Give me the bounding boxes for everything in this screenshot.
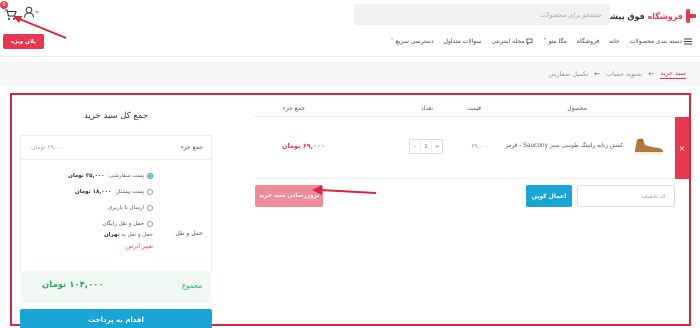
nav-shop[interactable]: فروشگاه bbox=[577, 38, 599, 45]
col-price: قیمت bbox=[466, 105, 481, 112]
arrow-left-icon: ← bbox=[594, 70, 601, 78]
shipping-option[interactable]: پست سفارشی: ۳۵,۰۰۰ تومان bbox=[53, 168, 153, 184]
cart-logo-icon bbox=[686, 9, 696, 23]
main-nav: دسته بندی محصولات خانه فروشگاه مگا منو ˅ … bbox=[391, 38, 692, 45]
order-total-row: مجموع ۱۰۴,۰۰۰ تومان bbox=[20, 271, 212, 303]
totals-table: جمع جزء ۶۹,۰۰۰ تومان حمل و نقل پست سفارش… bbox=[20, 135, 212, 289]
nav-faq[interactable]: سوالات متداول bbox=[444, 38, 482, 45]
checkout-button[interactable]: اقدام به پرداخت bbox=[20, 309, 212, 328]
site-logo[interactable]: فروشگاه فوق پیشرفته bbox=[592, 5, 696, 27]
subtotal-value: ۶۹,۰۰۰ تومان bbox=[31, 144, 66, 151]
special-plan-button[interactable]: پلان ویژه bbox=[3, 34, 44, 49]
nav-categories[interactable]: دسته بندی محصولات bbox=[630, 38, 692, 45]
cart-count-badge: 0 bbox=[0, 1, 8, 9]
radio[interactable] bbox=[147, 205, 153, 211]
arrow-left-icon: ← bbox=[648, 70, 655, 78]
shipping-option[interactable]: ارسال با باربری bbox=[53, 200, 153, 216]
cart-content: محصول قیمت تعداد جمع جزء × کفش زنانه ران… bbox=[10, 93, 691, 328]
quantity-stepper: - 1 + bbox=[409, 139, 443, 154]
total-label: مجموع bbox=[181, 282, 202, 290]
product-name[interactable]: کفش زنانه رانینگ طوسی سبز Saucony - قرمز bbox=[505, 143, 623, 149]
cart-page: فروشگاه فوق پیشرفته 0 دسته بندی محصولات … bbox=[0, 0, 700, 328]
subtotal-row: جمع جزء ۶۹,۰۰۰ تومان bbox=[21, 136, 211, 160]
change-address-link[interactable]: تغییر آدرس bbox=[53, 244, 153, 256]
remove-item-button[interactable]: × bbox=[675, 117, 689, 179]
col-product: محصول bbox=[567, 105, 587, 112]
radio[interactable] bbox=[147, 189, 153, 195]
search-bar bbox=[354, 4, 610, 25]
menu-icon bbox=[684, 38, 692, 45]
radio[interactable] bbox=[147, 221, 153, 227]
quantity-value[interactable]: 1 bbox=[421, 140, 432, 153]
header-divider bbox=[0, 56, 700, 57]
nav-home[interactable]: خانه bbox=[609, 38, 619, 45]
cart-table: محصول قیمت تعداد جمع جزء × کفش زنانه ران… bbox=[254, 101, 689, 311]
search-input[interactable] bbox=[362, 10, 602, 19]
col-qty: تعداد bbox=[420, 105, 433, 112]
nav-quick-access[interactable]: دسترسی سریع ˅ bbox=[391, 38, 434, 45]
total-value: ۱۰۴,۰۰۰ تومان bbox=[42, 280, 104, 290]
table-row: × کفش زنانه رانینگ طوسی سبز Saucony - قر… bbox=[254, 117, 689, 179]
step-cart[interactable]: سبد خرید bbox=[660, 69, 686, 79]
shipping-option[interactable]: حمل و نقل رایگان bbox=[53, 216, 153, 232]
cart-totals-title: جمع کل سبد خرید bbox=[83, 111, 149, 121]
decrease-button[interactable]: - bbox=[410, 140, 421, 153]
checkout-steps: سبد خرید ← تسویه حساب ← تکمیل سفارش bbox=[0, 62, 700, 86]
update-cart-button[interactable]: بروزرسانی سبد خرید bbox=[255, 185, 323, 207]
row-subtotal: ۶۹,۰۰۰ تومان bbox=[281, 142, 325, 150]
coupon-code-input[interactable]: کد تخفیف bbox=[577, 185, 675, 207]
close-icon: × bbox=[678, 143, 686, 153]
product-image[interactable] bbox=[631, 135, 665, 157]
shipping-option[interactable]: پست پیشتاز: ۱۸,۰۰۰ تومان bbox=[53, 184, 153, 200]
nav-mega-menu[interactable]: مگا منو ˅ bbox=[543, 38, 566, 45]
cart-table-header: محصول قیمت تعداد جمع جزء bbox=[254, 101, 675, 117]
step-checkout[interactable]: تسویه حساب bbox=[606, 70, 642, 78]
shipping-options: پست سفارشی: ۳۵,۰۰۰ تومان پست پیشتاز: ۱۸,… bbox=[53, 168, 153, 256]
coupon-area: کد تخفیف اعمال کوپن بروزرسانی سبد خرید bbox=[254, 185, 675, 207]
chat-icon bbox=[527, 38, 533, 45]
site-header: فروشگاه فوق پیشرفته 0 دسته بندی محصولات … bbox=[0, 0, 700, 62]
col-total: جمع جزء bbox=[282, 105, 305, 112]
nav-blog[interactable]: مجله اینترنتی bbox=[492, 38, 534, 45]
chevron-down-icon: ˅ bbox=[390, 38, 394, 45]
cart-totals: جمع کل سبد خرید جمع جزء ۶۹,۰۰۰ تومان حمل… bbox=[20, 101, 212, 328]
cart-icon[interactable]: 0 bbox=[0, 1, 17, 20]
increase-button[interactable]: + bbox=[432, 140, 442, 153]
shipping-label: حمل و نقل bbox=[175, 230, 203, 237]
product-price: ۶۹,۰۰۰ bbox=[470, 143, 489, 150]
user-icon[interactable] bbox=[23, 6, 39, 18]
radio-selected[interactable] bbox=[147, 173, 153, 179]
step-complete: تکمیل سفارش bbox=[548, 70, 589, 78]
header-icons: 0 bbox=[0, 1, 39, 20]
chevron-down-icon: ˅ bbox=[543, 38, 547, 45]
subtotal-label: جمع جزء bbox=[180, 144, 203, 151]
shipping-destination: حمل و نقل به تهران bbox=[103, 232, 153, 238]
apply-coupon-button[interactable]: اعمال کوپن bbox=[526, 185, 572, 207]
